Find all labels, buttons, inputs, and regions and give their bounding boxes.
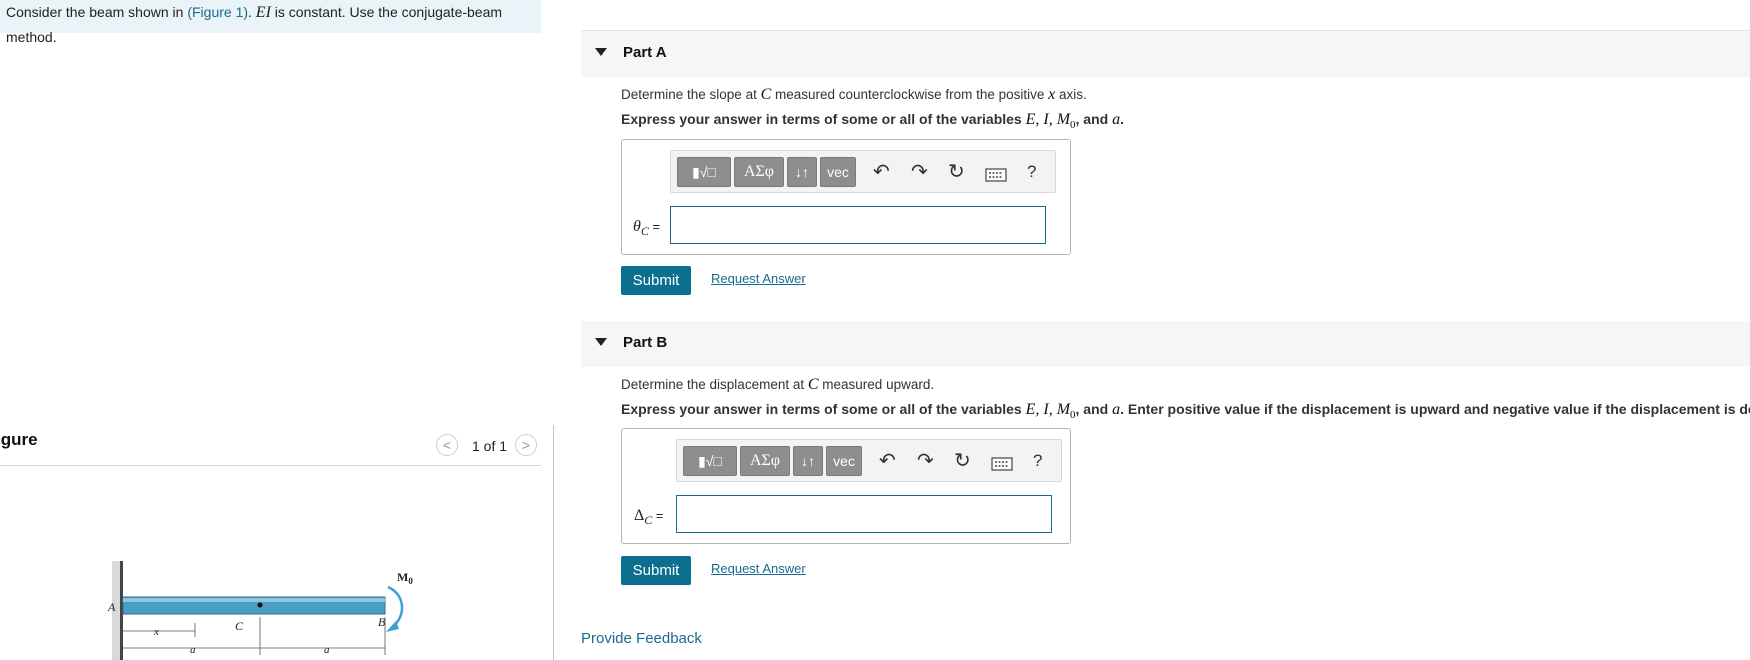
part-b-submit-button[interactable]: Submit (621, 556, 691, 585)
arrows-button[interactable]: ↓↑ (787, 157, 817, 187)
beam-highlight (123, 598, 385, 602)
part-b-express-end: . Enter positive value if the displaceme… (1120, 401, 1750, 417)
part-b-question-post: measured upward. (818, 377, 935, 392)
collapse-triangle-icon (595, 48, 607, 56)
redo-icon[interactable]: ↷ (911, 160, 928, 184)
label-m: M (397, 570, 408, 584)
problem-statement: Consider the beam shown in (Figure 1). E… (0, 0, 541, 45)
templates-icon: ▮√□ (698, 453, 722, 469)
part-b-answer-input[interactable] (676, 495, 1052, 533)
provide-feedback-link[interactable]: Provide Feedback (581, 630, 702, 647)
arrows-button[interactable]: ↓↑ (793, 446, 823, 476)
part-b-answer-box: ▮√□ ΑΣφ ↓↑ vec ↶ ↷ ↻ ? ΔC = (621, 428, 1071, 544)
label-a1: a (190, 644, 196, 656)
figure-header-divider (0, 465, 541, 466)
moment-arrow (387, 585, 404, 629)
reset-icon[interactable]: ↻ (948, 160, 965, 184)
intro-text-before: Consider the beam shown in (6, 4, 188, 20)
vec-button[interactable]: vec (820, 157, 856, 187)
redo-icon[interactable]: ↷ (917, 449, 934, 473)
ei-symbol: EI (255, 4, 271, 21)
delta-c-label: ΔC = (634, 507, 664, 528)
part-a-express-end: . (1120, 111, 1124, 127)
part-b-express-vars: E, I, M (1025, 401, 1071, 418)
figure-link[interactable]: (Figure 1) (187, 4, 248, 20)
part-b-instructions: Express your answer in terms of some or … (621, 401, 1750, 421)
part-b-express-a: a (1112, 401, 1121, 418)
part-b-title: Part B (623, 334, 668, 351)
next-figure-button[interactable]: > (515, 434, 537, 456)
part-b-question-var: C (807, 376, 819, 393)
part-a-express-and: , and (1075, 111, 1113, 127)
undo-icon[interactable]: ↶ (873, 160, 890, 184)
theta-c-label: θC = (633, 218, 660, 239)
label-m0: M0 (397, 570, 413, 586)
templates-button[interactable]: ▮√□ (677, 157, 731, 187)
part-b-express-pre: Express your answer in terms of some or … (621, 401, 1026, 417)
chevron-right-icon: > (521, 437, 531, 453)
part-b-express-and: , and (1075, 401, 1113, 417)
intro-text-middle: . (248, 4, 256, 20)
point-c-marker (257, 602, 263, 608)
label-a2: a (324, 644, 330, 656)
greek-button[interactable]: ΑΣφ (734, 157, 784, 187)
part-b-question: Determine the displacement at C measured… (621, 376, 934, 394)
part-a-question-var: C (760, 86, 772, 103)
part-a-express-vars: E, I, M (1025, 111, 1071, 128)
vec-button[interactable]: vec (826, 446, 862, 476)
part-a-question-post: measured counterclockwise from the posit… (771, 87, 1049, 102)
theta-symbol: θ (633, 218, 641, 235)
templates-button[interactable]: ▮√□ (683, 446, 737, 476)
part-a-question-pre: Determine the slope at (621, 87, 761, 102)
part-a-math-toolbar: ▮√□ ΑΣφ ↓↑ vec ↶ ↷ ↻ ? (670, 150, 1056, 193)
theta-equals: = (648, 219, 661, 234)
part-a-express-a: a (1112, 111, 1121, 128)
help-button[interactable]: ? (1033, 449, 1042, 473)
theta-subscript: C (640, 224, 649, 239)
label-x: x (153, 626, 159, 638)
greek-button[interactable]: ΑΣφ (740, 446, 790, 476)
part-b-question-pre: Determine the displacement at (621, 377, 808, 392)
part-a-question-end: axis. (1055, 87, 1087, 102)
keyboard-icon[interactable] (991, 453, 1013, 477)
templates-icon: ▮√□ (692, 164, 716, 180)
collapse-triangle-icon (595, 338, 607, 346)
part-a-submit-button[interactable]: Submit (621, 266, 691, 295)
part-a-title: Part A (623, 44, 667, 61)
prev-figure-button[interactable]: < (436, 434, 458, 456)
chevron-left-icon: < (442, 437, 452, 453)
beam-figure: A C B M0 x a a (107, 561, 413, 660)
delta-symbol: Δ (634, 507, 645, 524)
figure-pager: 1 of 1 (472, 438, 508, 454)
undo-icon[interactable]: ↶ (879, 449, 896, 473)
part-b-math-toolbar: ▮√□ ΑΣφ ↓↑ vec ↶ ↷ ↻ ? (676, 439, 1062, 482)
help-button[interactable]: ? (1027, 160, 1036, 184)
part-a-answer-box: ▮√□ ΑΣφ ↓↑ vec ↶ ↷ ↻ ? θC = (621, 139, 1071, 255)
part-a-header[interactable]: Part A (581, 31, 1750, 77)
column-divider (553, 425, 554, 660)
figure-title: igure (0, 430, 38, 449)
reset-icon[interactable]: ↻ (954, 449, 971, 473)
part-b-header[interactable]: Part B (581, 321, 1750, 367)
part-a-answer-input[interactable] (670, 206, 1046, 244)
part-a-instructions: Express your answer in terms of some or … (621, 111, 1124, 131)
label-a: A (107, 600, 116, 614)
part-a-express-pre: Express your answer in terms of some or … (621, 111, 1026, 127)
part-a-request-answer-link[interactable]: Request Answer (711, 271, 806, 286)
label-c: C (235, 619, 244, 633)
part-b-request-answer-link[interactable]: Request Answer (711, 561, 806, 576)
part-a-question: Determine the slope at C measured counte… (621, 86, 1087, 104)
delta-equals: = (652, 508, 664, 523)
keyboard-icon[interactable] (985, 164, 1007, 188)
label-m-sub: 0 (408, 576, 413, 586)
